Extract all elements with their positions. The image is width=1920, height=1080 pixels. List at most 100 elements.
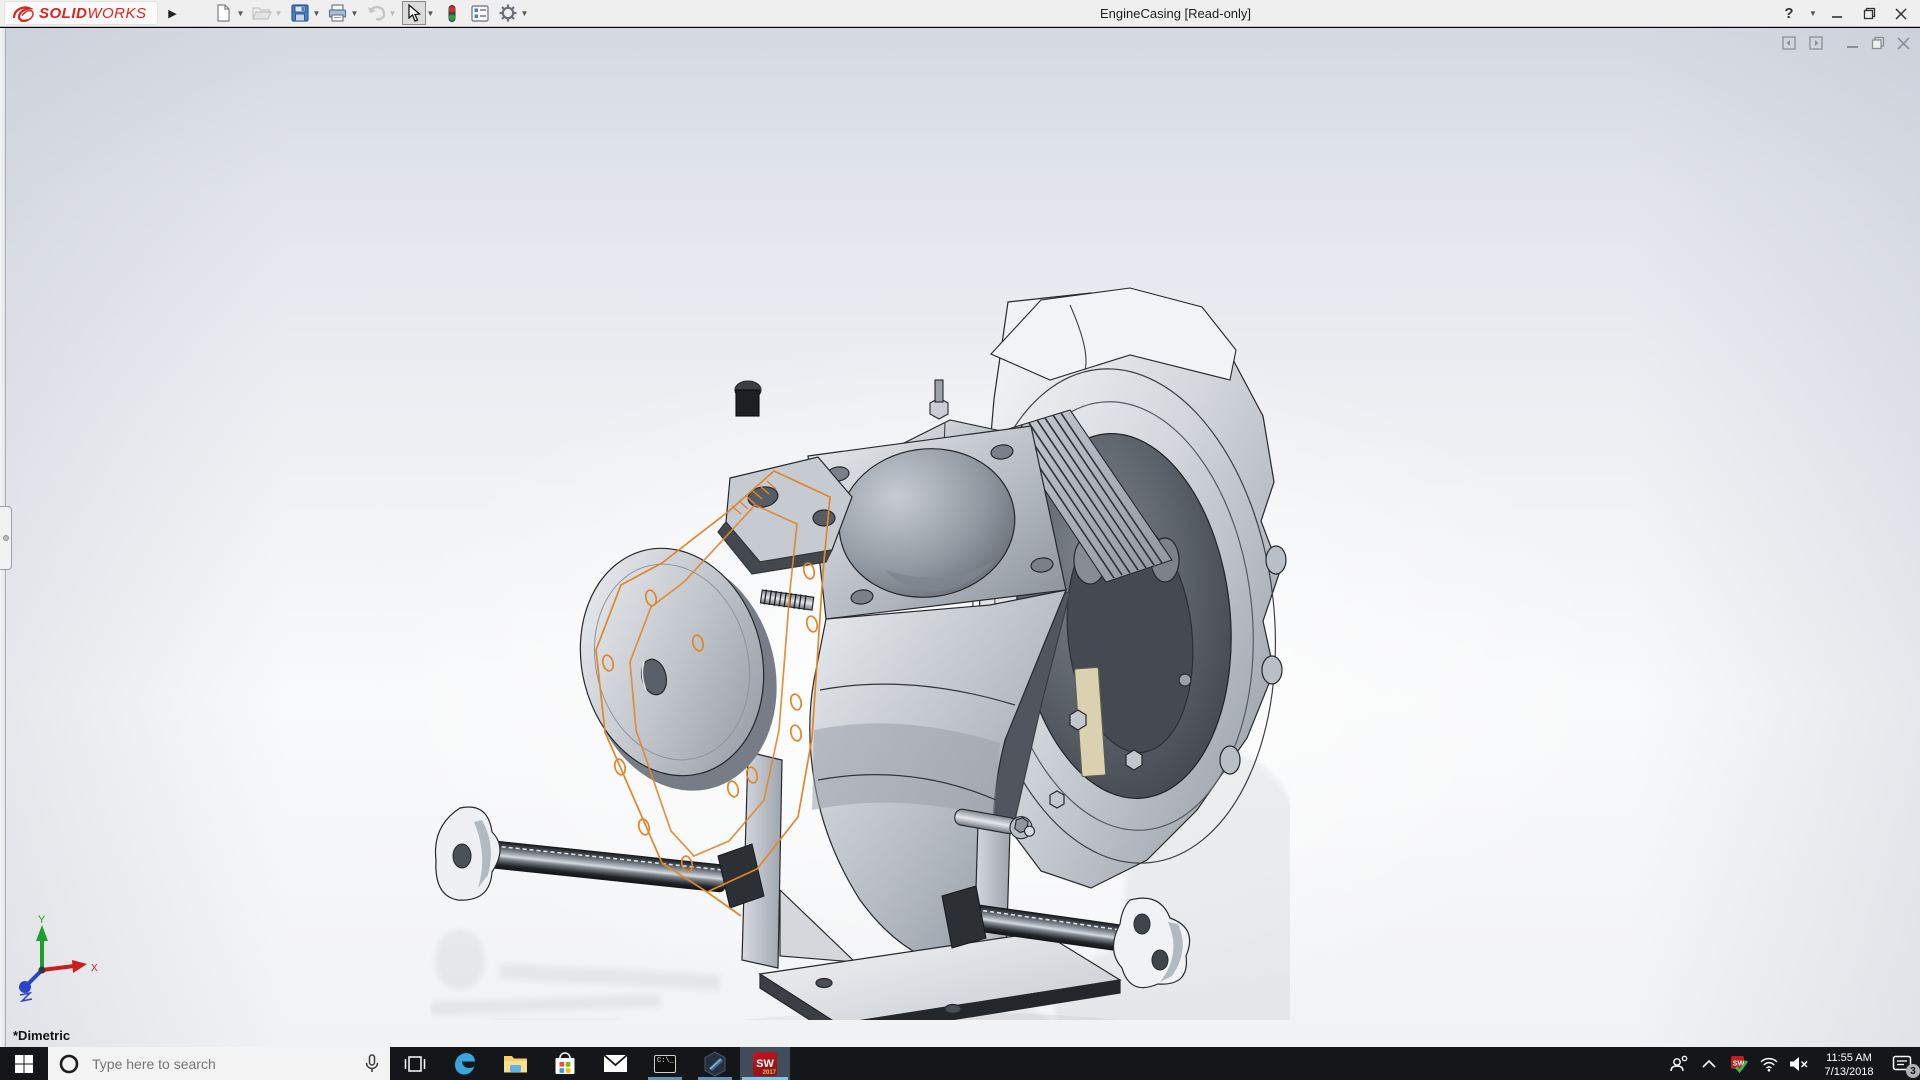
search-input[interactable]: [90, 1055, 354, 1073]
solidworks-2017-icon: SW 2017: [753, 1052, 777, 1076]
title-bar: SOLIDWORKS ▶ ▼ ▼: [0, 0, 1920, 27]
select-dropdown[interactable]: ▼: [426, 9, 436, 18]
menu-expand-arrow[interactable]: ▶: [164, 2, 182, 24]
taskbar-item-store[interactable]: [540, 1047, 590, 1080]
panel-splitter-handle[interactable]: [0, 506, 12, 570]
notification-badge: 3: [1906, 1064, 1920, 1078]
microphone-icon[interactable]: [364, 1054, 380, 1074]
solidworks-ds-glyph: [11, 3, 35, 23]
z-axis-ball: [19, 981, 31, 993]
tray-date: 7/13/2018: [1814, 1065, 1884, 1079]
doc-minimize-icon[interactable]: [1846, 36, 1859, 50]
wifi-icon: [1759, 1056, 1779, 1072]
solidworks-logo: SOLIDWORKS: [4, 1, 158, 25]
options-button[interactable]: ▼: [495, 1, 531, 25]
document-title: EngineCasing [Read-only]: [1100, 0, 1251, 27]
show-left-pane-icon[interactable]: [1782, 36, 1797, 50]
save-dropdown[interactable]: ▼: [312, 9, 322, 18]
open-dropdown: ▼: [274, 9, 284, 18]
action-center-button[interactable]: 3: [1884, 1047, 1920, 1080]
print-dropdown[interactable]: ▼: [350, 9, 360, 18]
system-tray: SW 11:55 AM 7/13/2018: [1664, 1047, 1920, 1080]
quick-access-toolbar: ▼ ▼ ▼: [210, 0, 532, 27]
solidworks-application-window: SOLIDWORKS ▶ ▼ ▼: [0, 0, 1920, 1080]
window-controls: ? ▼: [1776, 0, 1914, 27]
taskbar-item-file-explorer[interactable]: [490, 1047, 540, 1080]
close-icon: [1895, 8, 1907, 20]
view-orientation-label: *Dimetric: [13, 1028, 70, 1043]
taskbar-item-edge[interactable]: [440, 1047, 490, 1080]
y-axis-label: Y: [38, 914, 46, 926]
taskbar-item-solidworks[interactable]: SW 2017: [740, 1047, 790, 1080]
doc-close-icon[interactable]: [1897, 36, 1910, 50]
open-icon: [252, 5, 272, 21]
minimize-icon: [1831, 8, 1843, 20]
help-dropdown[interactable]: ▼: [1808, 9, 1818, 18]
file-properties-button[interactable]: [467, 1, 493, 25]
graphics-viewport[interactable]: Y X *Dimetric: [0, 28, 1920, 1047]
new-document-button[interactable]: ▼: [211, 1, 247, 25]
taskbar-search-box[interactable]: [48, 1047, 390, 1080]
minimize-button[interactable]: [1824, 2, 1850, 26]
clock[interactable]: 11:55 AM 7/13/2018: [1814, 1049, 1884, 1079]
file-explorer-icon: [503, 1053, 528, 1074]
sw-resource-monitor-icon: SW: [1730, 1055, 1748, 1073]
rebuild-traffic-light-icon: [446, 4, 458, 23]
command-prompt-icon: C:\_: [654, 1055, 676, 1073]
options-dropdown[interactable]: ▼: [520, 9, 530, 18]
brand-text: SOLIDWORKS: [39, 5, 147, 22]
people-button[interactable]: [1664, 1047, 1694, 1080]
volume-button[interactable]: [1784, 1047, 1814, 1080]
cortana-icon: [58, 1053, 80, 1075]
save-icon: [291, 4, 309, 22]
save-button[interactable]: ▼: [287, 1, 323, 25]
show-right-pane-icon[interactable]: [1809, 36, 1824, 50]
restore-button[interactable]: [1856, 2, 1882, 26]
print-button[interactable]: ▼: [325, 1, 361, 25]
document-window-controls: [1782, 36, 1910, 50]
people-icon: [1669, 1055, 1689, 1073]
undo-dropdown: ▼: [388, 9, 398, 18]
windows-taskbar: C:\_ SW 2017: [0, 1047, 1920, 1080]
microsoft-store-icon: [554, 1052, 576, 1076]
reference-triad: Y X: [12, 913, 107, 1003]
x-axis-arrow: [72, 960, 87, 973]
task-view-icon: [404, 1055, 426, 1073]
print-icon: [328, 4, 347, 22]
x-axis-label: X: [91, 963, 98, 974]
rebuild-button[interactable]: [439, 1, 465, 25]
network-button[interactable]: [1754, 1047, 1784, 1080]
tray-overflow-button[interactable]: [1694, 1047, 1724, 1080]
task-view-button[interactable]: [390, 1047, 440, 1080]
options-gear-icon: [499, 4, 517, 22]
restore-icon: [1863, 7, 1876, 20]
windows-logo-icon: [14, 1054, 34, 1074]
taskbar-empty-space: [790, 1047, 1664, 1080]
undo-icon: [366, 5, 386, 21]
new-document-icon: [215, 4, 232, 22]
3d-model-engine-casing: [430, 260, 1290, 1020]
doc-restore-icon[interactable]: [1871, 36, 1885, 50]
start-button[interactable]: [0, 1047, 48, 1080]
taskbar-item-edrawings[interactable]: [690, 1047, 740, 1080]
taskbar-item-command-prompt[interactable]: C:\_: [640, 1047, 690, 1080]
splitter-dot: [3, 535, 9, 541]
undo-button[interactable]: ▼: [363, 1, 399, 25]
open-button[interactable]: ▼: [249, 1, 285, 25]
volume-muted-icon: [1789, 1056, 1809, 1072]
new-document-dropdown[interactable]: ▼: [236, 9, 246, 18]
solidworks-resource-monitor[interactable]: SW: [1724, 1047, 1754, 1080]
threaded-stud: [760, 589, 814, 611]
taskbar-item-mail[interactable]: [590, 1047, 640, 1080]
file-properties-icon: [471, 5, 489, 22]
chevron-up-icon: [1702, 1059, 1716, 1068]
close-button[interactable]: [1888, 2, 1914, 26]
mail-icon: [603, 1054, 628, 1073]
select-cursor-icon: [406, 4, 421, 22]
edge-icon: [453, 1052, 477, 1076]
help-button[interactable]: ?: [1776, 2, 1802, 26]
edrawings-hexagon-icon: [703, 1051, 727, 1077]
select-button[interactable]: ▼: [401, 1, 437, 25]
left-support-rod: [436, 807, 765, 908]
tray-time: 11:55 AM: [1814, 1051, 1884, 1065]
